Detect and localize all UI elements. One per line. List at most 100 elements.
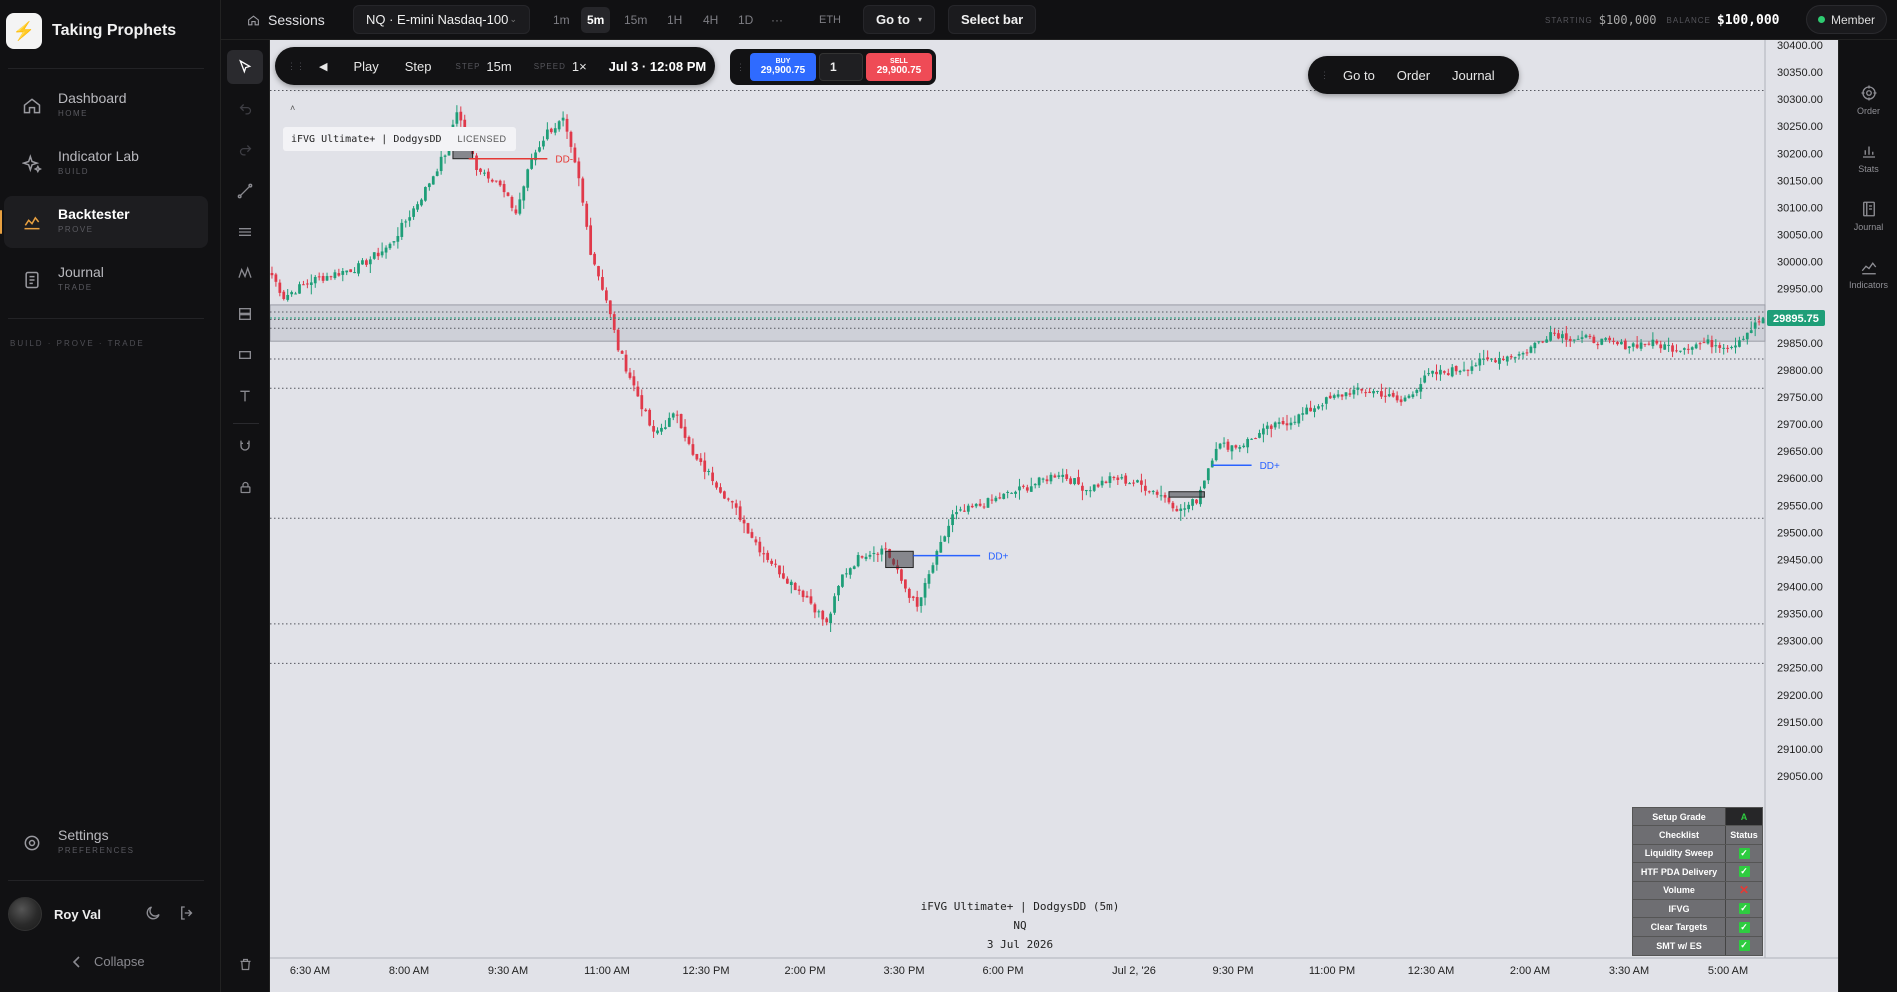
redo-tool[interactable] [227,133,263,167]
logout-icon[interactable] [178,904,196,922]
candle-body [1439,369,1442,375]
pattern-tool[interactable] [227,256,263,290]
time-tick-label: 2:00 PM [785,965,826,977]
select-bar-button[interactable]: Select bar [948,5,1037,34]
quick-goto-button[interactable]: Go to [1343,68,1375,83]
candle-body [1651,339,1655,347]
tf-1m[interactable]: 1m [547,7,576,33]
checklist-item-name: IFVG [1633,899,1726,918]
buy-price: 29,900.75 [760,65,806,76]
drag-handle-icon[interactable]: ⋮ [1320,70,1329,81]
drag-handle-icon[interactable]: ⋮ [736,62,745,73]
candle-body [1726,347,1730,349]
candle-body [1128,483,1132,485]
nav-label: Journal [58,264,104,280]
candle-body [1352,389,1356,395]
delete-tool[interactable] [227,947,263,981]
member-badge[interactable]: Member [1805,5,1887,34]
tf-15m[interactable]: 15m [618,7,653,33]
candle-body [1022,485,1025,487]
step-back-button[interactable]: ◀ [319,60,327,73]
candlestick-chart[interactable]: DD- DD+ DD+ 30400.00 30350.00 30300.00 30250.0… [270,40,1838,992]
brand[interactable]: ⚡ Taking Prophets [6,13,176,49]
sidebar-item-dashboard[interactable]: Dashboard HOME [4,80,208,132]
time-tick-label: 12:30 PM [682,965,729,977]
undo-tool[interactable] [227,92,263,126]
lock-icon [240,481,250,493]
step-button[interactable]: Step [405,59,432,74]
sidebar-item-indicator-lab[interactable]: Indicator Lab BUILD [4,138,208,190]
step-value[interactable]: 15m [486,59,511,74]
candle-body [695,453,699,460]
buy-button[interactable]: BUY 29,900.75 [750,53,816,81]
candle-body [427,183,431,188]
goto-button[interactable]: Go to ▾ [863,5,935,34]
drag-handle-icon[interactable]: ⋮⋮ [287,61,305,72]
candle-body [1293,421,1297,423]
sell-button[interactable]: SELL 29,900.75 [866,53,932,81]
tf-4h[interactable]: 4H [697,7,724,33]
candle-body [1222,442,1226,444]
candle-body [683,426,687,438]
speed-value[interactable]: 1× [572,59,587,74]
candle-body [1328,395,1332,399]
collapse-indicators-icon[interactable]: ˄ [290,103,295,113]
horizontal-lines-tool[interactable] [227,215,263,249]
toolbar-separator [233,423,259,424]
candle-body [1643,343,1647,345]
position-tool[interactable] [227,297,263,331]
trendline-tool[interactable] [227,174,263,208]
sidebar-item-settings[interactable]: Settings PREFERENCES [4,817,208,869]
candle-body [424,187,427,201]
rail-item-stats[interactable]: Stats [1839,133,1897,183]
sidebar-item-backtester[interactable]: Backtester PROVE [0,196,208,248]
moon-icon[interactable] [144,904,162,922]
cursor-tool[interactable] [227,50,263,84]
candle-body [636,386,640,397]
tf-1d[interactable]: 1D [732,7,759,33]
candle-body [1675,350,1678,352]
checklist-status: ✓ [1726,899,1762,918]
sidebar-item-journal[interactable]: Journal TRADE [4,254,208,306]
sessions-button[interactable]: Sessions [247,0,325,40]
rail-item-order[interactable]: Order [1839,75,1897,125]
brand-name: Taking Prophets [52,22,177,39]
symbol-selector[interactable]: NQ · E-mini Nasdaq-100 ⌄ [353,5,530,34]
candle-body [270,272,274,276]
candle-body [1096,484,1100,487]
annotation-label: DD+ [1260,461,1280,472]
candle-body [1163,494,1167,498]
undo-icon [239,103,251,114]
lock-tool[interactable] [227,470,263,504]
candle-body [990,499,994,501]
tf-more[interactable]: ··· [765,7,789,33]
rectangle-tool[interactable] [227,338,263,372]
play-button[interactable]: Play [353,59,378,74]
price-tick-label: 30250.00 [1777,121,1823,133]
nav-sub: PROVE [58,225,94,234]
eth-toggle[interactable]: ETH [813,7,847,33]
quick-order-button[interactable]: Order [1397,68,1430,83]
candle-body [1710,340,1714,348]
quantity-input[interactable]: 1 [819,53,863,81]
tf-5m[interactable]: 5m [581,7,611,33]
magnet-tool[interactable] [227,429,263,463]
candle-body [1761,318,1765,324]
chart-area[interactable]: DD- DD+ DD+ 30400.00 30350.00 30300.00 30250.0… [270,40,1838,992]
candle-body [1714,345,1718,347]
tf-1h[interactable]: 1H [661,7,688,33]
quick-journal-button[interactable]: Journal [1452,68,1495,83]
watermark-line: iFVG Ultimate+ | DodgysDD (5m) [920,900,1120,913]
indicator-legend[interactable]: iFVG Ultimate+ | DodgysDD LICENSED [283,127,516,151]
collapse-button[interactable]: Collapse [72,954,145,969]
rail-item-indicators[interactable]: Indicators [1839,249,1897,299]
candle-body [679,414,683,429]
candle-body [1033,483,1037,486]
rail-item-journal[interactable]: Journal [1839,191,1897,241]
candle-body [1411,394,1415,398]
nav-sub: PREFERENCES [58,846,135,855]
avatar[interactable] [8,897,42,931]
checklist-header-row: Checklist Status [1633,826,1762,845]
chevron-down-icon: ⌄ [509,14,517,24]
text-tool[interactable] [227,379,263,413]
